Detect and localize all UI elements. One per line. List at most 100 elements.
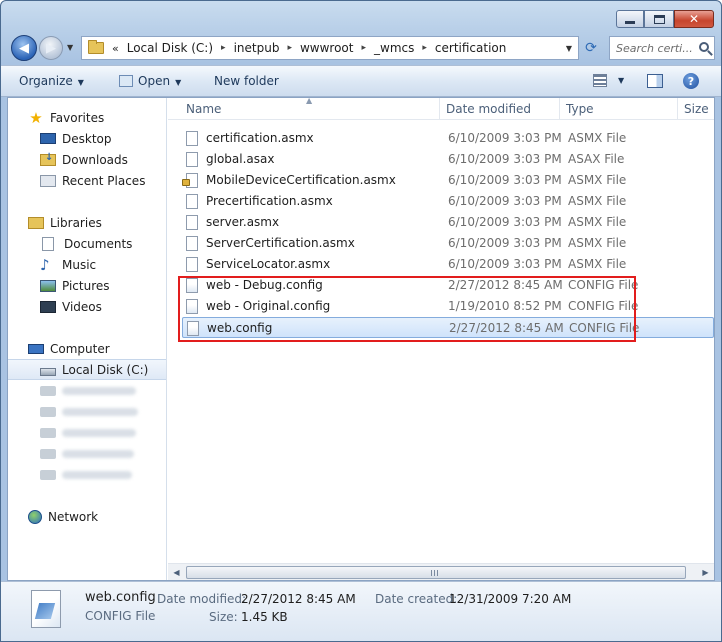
file-icon	[186, 257, 198, 272]
views-icon[interactable]	[593, 74, 607, 87]
hard-disk-icon	[40, 368, 56, 376]
file-row[interactable]: certification.asmx 6/10/2009 3:03 PM ASM…	[182, 128, 714, 149]
file-type: ASMX File	[568, 215, 627, 229]
date-modified-value: 2/27/2012 8:45 AM	[241, 592, 356, 606]
recent-pages-dropdown[interactable]: ▼	[67, 43, 73, 52]
nav-network[interactable]: Network	[8, 506, 166, 527]
file-row-selected[interactable]: web.config 2/27/2012 8:45 AM CONFIG File	[182, 317, 714, 338]
file-row[interactable]: server.asmx 6/10/2009 3:03 PM ASMX File	[182, 212, 714, 233]
file-name: ServiceLocator.asmx	[206, 257, 331, 271]
redacted-label	[62, 428, 136, 437]
breadcrumb-overflow[interactable]: «	[112, 42, 119, 55]
chevron-down-icon: ▼	[77, 78, 84, 87]
column-name[interactable]: Name	[180, 98, 440, 120]
nav-computer[interactable]: Computer	[8, 338, 166, 359]
preview-pane-icon[interactable]	[647, 74, 663, 88]
content-area: ★ Favorites Desktop Downloads Recent Pla…	[7, 97, 715, 581]
file-type: CONFIG File	[569, 321, 640, 335]
file-icon	[186, 215, 198, 230]
file-row[interactable]: global.asax 6/10/2009 3:03 PM ASAX File	[182, 149, 714, 170]
details-file-type: CONFIG File	[85, 609, 156, 623]
nav-item-local-disk[interactable]: Local Disk (C:)	[8, 359, 166, 380]
nav-favorites[interactable]: ★ Favorites	[8, 107, 166, 128]
redacted-label	[62, 407, 138, 416]
nav-item-redacted-drive[interactable]	[8, 443, 166, 464]
open-button[interactable]: Open ▼	[119, 74, 181, 88]
nav-item-documents[interactable]: Documents	[8, 233, 166, 254]
config-file-icon	[186, 278, 198, 293]
chevron-down-icon[interactable]: ▼	[618, 76, 624, 85]
close-button[interactable]: ✕	[674, 10, 714, 28]
chevron-down-icon[interactable]: ▼	[566, 44, 572, 53]
nav-item-recent-places[interactable]: Recent Places	[8, 170, 166, 191]
breadcrumb-inetpub[interactable]: inetpub	[234, 41, 280, 55]
refresh-icon: ⟳	[585, 40, 597, 56]
config-file-icon	[186, 299, 198, 314]
address-bar[interactable]: « Local Disk (C:) ▸ inetpub ▸ wwwroot ▸ …	[81, 36, 579, 60]
downloads-icon	[40, 152, 56, 166]
column-header: ▲ Name Date modified Type Size	[168, 98, 714, 120]
maximize-button[interactable]	[644, 10, 674, 28]
refresh-button[interactable]: ⟳	[581, 39, 601, 57]
file-row[interactable]: ServerCertification.asmx 6/10/2009 3:03 …	[182, 233, 714, 254]
libraries-icon	[28, 216, 44, 229]
search-input[interactable]	[616, 41, 698, 55]
file-row[interactable]: web - Debug.config 2/27/2012 8:45 AM CON…	[182, 275, 714, 296]
column-size[interactable]: Size	[678, 98, 714, 120]
file-row[interactable]: ServiceLocator.asmx 6/10/2009 3:03 PM AS…	[182, 254, 714, 275]
help-icon[interactable]: ?	[683, 73, 699, 89]
redacted-label	[62, 386, 136, 395]
file-type: CONFIG File	[568, 299, 639, 313]
computer-icon	[28, 343, 44, 354]
file-type: ASMX File	[568, 131, 627, 145]
star-icon: ★	[29, 108, 43, 127]
file-date: 6/10/2009 3:03 PM	[448, 131, 562, 145]
column-type[interactable]: Type	[560, 98, 678, 120]
drive-icon	[40, 448, 56, 459]
forward-button[interactable]: ▶	[39, 36, 63, 60]
chevron-right-icon[interactable]: ▸	[287, 43, 292, 53]
column-date-modified[interactable]: Date modified	[440, 98, 560, 120]
file-type: ASAX File	[568, 152, 625, 166]
nav-item-redacted-drive[interactable]	[8, 401, 166, 422]
chevron-right-icon[interactable]: ▸	[221, 43, 226, 53]
nav-item-redacted-drive[interactable]	[8, 422, 166, 443]
nav-item-desktop[interactable]: Desktop	[8, 128, 166, 149]
minimize-button[interactable]	[616, 10, 644, 28]
nav-item-redacted-drive[interactable]	[8, 464, 166, 485]
breadcrumb-local-disk[interactable]: Local Disk (C:)	[127, 41, 213, 55]
file-type: ASMX File	[568, 194, 627, 208]
file-date: 2/27/2012 8:45 AM	[448, 278, 563, 292]
nav-item-music[interactable]: ♪ Music	[8, 254, 166, 275]
file-date: 6/10/2009 3:03 PM	[448, 173, 562, 187]
chevron-right-icon[interactable]: ▸	[361, 43, 366, 53]
file-row[interactable]: Precertification.asmx 6/10/2009 3:03 PM …	[182, 191, 714, 212]
file-list[interactable]: ▲ Name Date modified Type Size certifica…	[168, 98, 714, 580]
navigation-pane[interactable]: ★ Favorites Desktop Downloads Recent Pla…	[8, 98, 167, 580]
chevron-down-icon: ▼	[175, 78, 182, 87]
file-row[interactable]: MobileDeviceCertification.asmx 6/10/2009…	[182, 170, 714, 191]
nav-item-videos[interactable]: Videos	[8, 296, 166, 317]
scroll-right-icon[interactable]: ▶	[697, 564, 714, 580]
breadcrumb-certification[interactable]: certification	[435, 41, 506, 55]
nav-item-pictures[interactable]: Pictures	[8, 275, 166, 296]
horizontal-scrollbar[interactable]: ◀ ▶	[168, 563, 714, 580]
file-date: 6/10/2009 3:03 PM	[448, 215, 562, 229]
breadcrumb-wmcs[interactable]: _wmcs	[374, 41, 414, 55]
scroll-left-icon[interactable]: ◀	[168, 564, 185, 580]
organize-button[interactable]: Organize ▼	[19, 74, 84, 88]
nav-item-downloads[interactable]: Downloads	[8, 149, 166, 170]
nav-item-redacted-drive[interactable]	[8, 380, 166, 401]
drive-icon	[40, 406, 56, 417]
back-button[interactable]: ◀	[11, 35, 37, 61]
file-type: CONFIG File	[568, 278, 639, 292]
new-folder-button[interactable]: New folder	[214, 74, 279, 88]
nav-libraries[interactable]: Libraries	[8, 212, 166, 233]
scrollbar-thumb[interactable]	[186, 566, 686, 579]
search-icon[interactable]	[699, 42, 709, 52]
file-type: ASMX File	[568, 236, 627, 250]
breadcrumb-wwwroot[interactable]: wwwroot	[300, 41, 354, 55]
file-row[interactable]: web - Original.config 1/19/2010 8:52 PM …	[182, 296, 714, 317]
chevron-right-icon[interactable]: ▸	[422, 43, 427, 53]
search-box[interactable]	[609, 36, 715, 60]
